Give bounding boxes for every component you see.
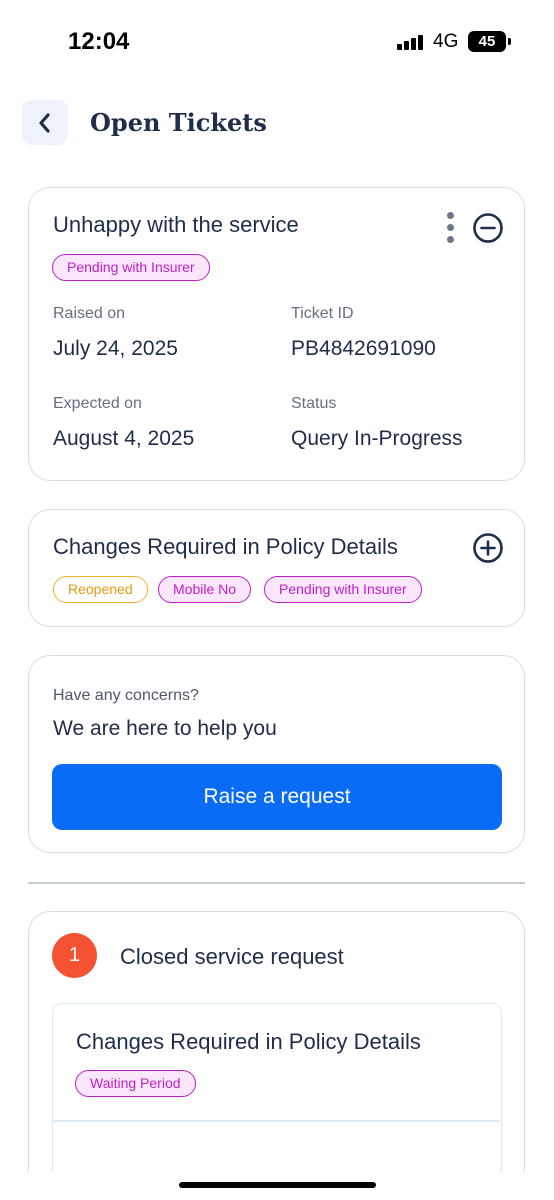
card-divider <box>53 1120 500 1122</box>
battery-nub <box>508 38 511 45</box>
status-label: Status <box>291 395 337 412</box>
ticket-card[interactable]: Changes Required in Policy Details Reope… <box>28 509 525 627</box>
closed-ticket-card[interactable]: Changes Required in Policy Details Waiti… <box>52 1003 502 1172</box>
home-indicator[interactable] <box>179 1182 376 1188</box>
closed-section-title: Closed service request <box>120 944 344 969</box>
status-chip: Pending with Insurer <box>52 254 210 281</box>
network-type: 4G <box>433 31 459 52</box>
ticket-title: Changes Required in Policy Details <box>53 534 398 559</box>
page-title: Open Tickets <box>90 108 267 137</box>
ticket-title: Changes Required in Policy Details <box>76 1029 421 1054</box>
raised-on-value: July 24, 2025 <box>53 337 178 360</box>
battery-icon: 45 <box>468 31 506 52</box>
back-button[interactable] <box>22 100 68 145</box>
expected-on-label: Expected on <box>53 395 142 412</box>
ticket-id-value: PB4842691090 <box>291 337 436 360</box>
status-chip: Pending with Insurer <box>264 576 422 603</box>
status-chip: Waiting Period <box>75 1070 196 1097</box>
expected-on-value: August 4, 2025 <box>53 427 195 450</box>
closed-count-badge: 1 <box>52 933 97 978</box>
concern-label: Have any concerns? <box>53 687 199 704</box>
raised-on-label: Raised on <box>53 305 126 322</box>
status-bar: 12:04 4G 45 <box>0 0 554 84</box>
ticket-id-label: Ticket ID <box>291 305 354 322</box>
reopened-chip: Reopened <box>53 576 148 603</box>
more-options-icon[interactable] <box>439 210 463 246</box>
expand-icon[interactable] <box>472 532 504 564</box>
chevron-left-icon <box>39 112 50 133</box>
signal-icon <box>397 34 425 50</box>
closed-requests-card: 1 Closed service request Changes Require… <box>28 911 525 1172</box>
status-time: 12:04 <box>68 28 130 55</box>
raise-request-button[interactable]: Raise a request <box>52 764 502 830</box>
section-divider <box>28 882 525 884</box>
help-card: Have any concerns? We are here to help y… <box>28 655 525 853</box>
status-value: Query In-Progress <box>291 427 463 450</box>
ticket-title: Unhappy with the service <box>53 212 299 237</box>
collapse-icon[interactable] <box>472 212 504 244</box>
help-title: We are here to help you <box>53 717 277 740</box>
tag-chip: Mobile No <box>158 576 252 603</box>
ticket-card[interactable]: Unhappy with the service Pending with In… <box>28 187 525 481</box>
battery-level: 45 <box>478 33 496 50</box>
